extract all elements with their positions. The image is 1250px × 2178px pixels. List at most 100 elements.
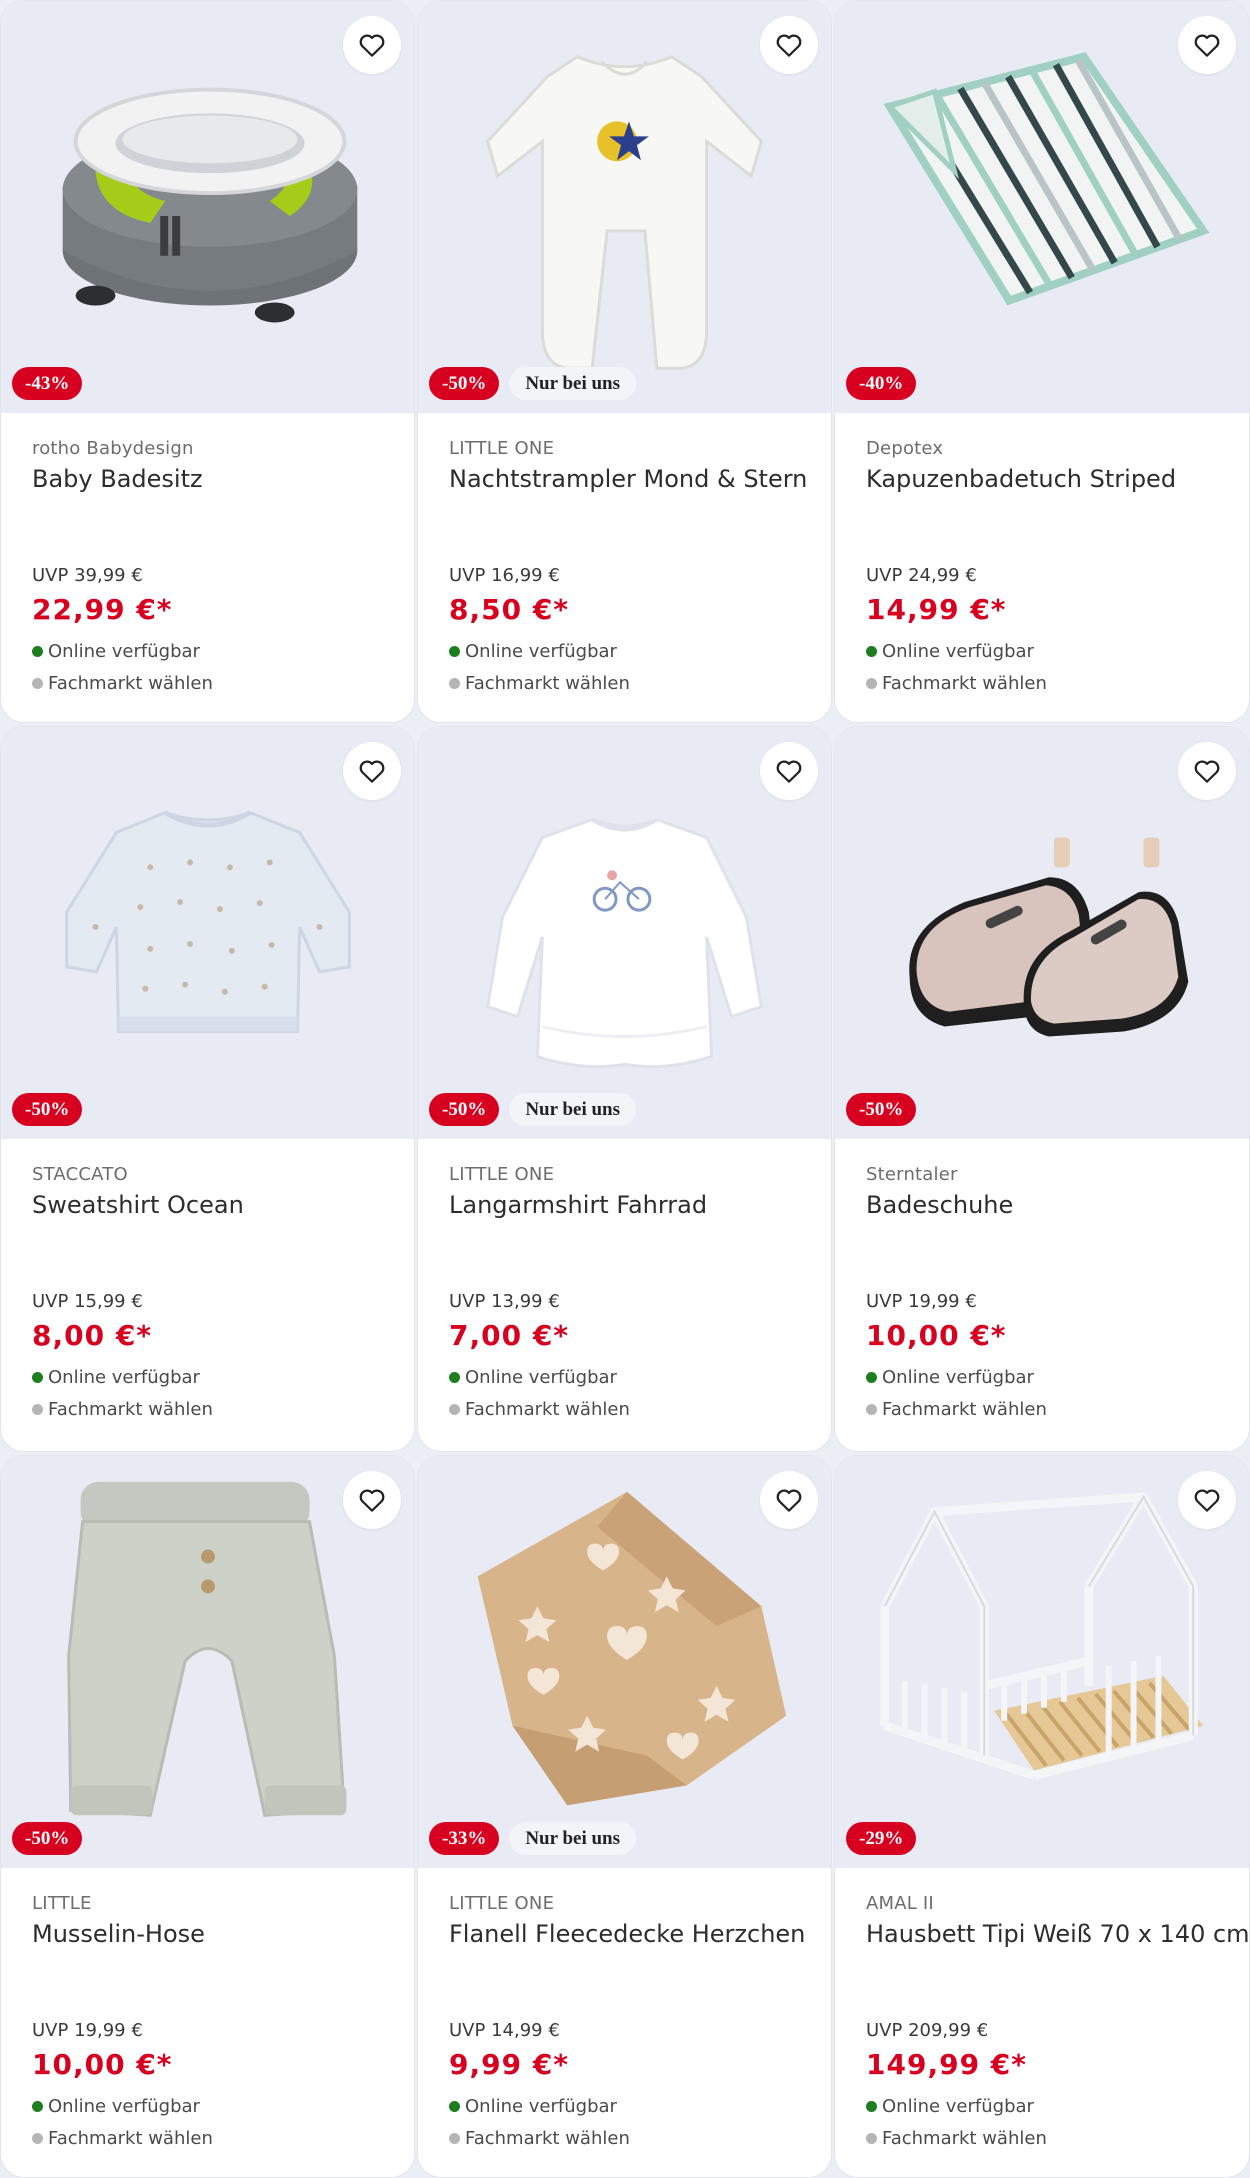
product-name[interactable]: Nachtstrampler Mond & Stern [449,465,819,493]
discount-badge: -29% [846,1822,917,1855]
product-name[interactable]: Baby Badesitz [32,465,402,493]
online-availability: Online verfügbar [449,641,617,662]
availability-dot [866,1404,877,1415]
store-select-link[interactable]: Fachmarkt wählen [32,1399,213,1420]
wishlist-button[interactable] [760,1471,818,1529]
product-brand: Sterntaler [866,1164,958,1185]
product-price: 10,00 €* [32,2048,173,2081]
product-brand: LITTLE ONE [449,1893,555,1914]
online-availability: Online verfügbar [32,2096,200,2117]
discount-badge: -43% [12,367,83,400]
exclusive-badge: Nur bei uns [509,367,637,400]
product-uvp: UVP 24,99 € [866,565,977,586]
product-card[interactable]: -33% Nur bei uns LITTLE ONE Flanell Flee… [417,1455,832,2178]
discount-badge: -50% [12,1093,83,1126]
wishlist-button[interactable] [1178,1471,1236,1529]
product-card[interactable]: -50% Sterntaler Badeschuhe UVP 19,99 € 1… [834,726,1250,1452]
product-image-area[interactable]: -29% [835,1456,1249,1868]
store-select-link[interactable]: Fachmarkt wählen [866,673,1047,694]
product-name[interactable]: Hausbett Tipi Weiß 70 x 140 cm [866,1920,1249,1948]
availability-dot [32,2101,43,2112]
exclusive-badge: Nur bei uns [509,1093,637,1126]
availability-dot [866,1372,877,1383]
product-price: 22,99 €* [32,593,173,626]
availability-dot [449,646,460,657]
wishlist-button[interactable] [343,16,401,74]
exclusive-badge: Nur bei uns [509,1822,637,1855]
availability-dot [32,2133,43,2144]
online-availability: Online verfügbar [866,2096,1034,2117]
product-image-area[interactable]: -50% [835,727,1249,1139]
store-select-link[interactable]: Fachmarkt wählen [449,2128,630,2149]
discount-badge: -50% [846,1093,917,1126]
heart-icon [1194,760,1220,783]
availability-dot [449,1372,460,1383]
product-name[interactable]: Badeschuhe [866,1191,1237,1219]
product-uvp: UVP 15,99 € [32,1291,143,1312]
store-select-link[interactable]: Fachmarkt wählen [866,2128,1047,2149]
wishlist-button[interactable] [343,742,401,800]
product-price: 14,99 €* [866,593,1007,626]
availability-dot [32,1372,43,1383]
product-card[interactable]: -29% AMAL II Hausbett Tipi Weiß 70 x 140… [834,1455,1250,2178]
product-name[interactable]: Langarmshirt Fahrrad [449,1191,819,1219]
heart-icon [776,1489,802,1512]
availability-dot [866,678,877,689]
product-price: 8,50 €* [449,593,569,626]
availability-dot [449,2133,460,2144]
product-brand: LITTLE ONE [449,1164,555,1185]
online-availability: Online verfügbar [32,1367,200,1388]
product-card[interactable]: -50% STACCATO Sweatshirt Ocean UVP 15,99… [0,726,415,1452]
product-image-area[interactable]: -50% Nur bei uns [418,1,831,413]
store-select-link[interactable]: Fachmarkt wählen [449,1399,630,1420]
product-uvp: UVP 14,99 € [449,2020,560,2041]
online-availability: Online verfügbar [866,641,1034,662]
heart-icon [359,34,385,57]
discount-badge: -50% [12,1822,83,1855]
heart-icon [359,760,385,783]
availability-dot [32,678,43,689]
product-image-area[interactable]: -33% Nur bei uns [418,1456,831,1868]
wishlist-button[interactable] [760,16,818,74]
store-select-link[interactable]: Fachmarkt wählen [866,1399,1047,1420]
product-name[interactable]: Kapuzenbadetuch Striped [866,465,1237,493]
availability-dot [866,2133,877,2144]
product-card[interactable]: -40% Depotex Kapuzenbadetuch Striped UVP… [834,0,1250,723]
discount-badge: -50% [429,1093,500,1126]
product-name[interactable]: Sweatshirt Ocean [32,1191,402,1219]
product-uvp: UVP 209,99 € [866,2020,989,2041]
product-card[interactable]: -50% Nur bei uns LITTLE ONE Nachtstrampl… [417,0,832,723]
wishlist-button[interactable] [1178,742,1236,800]
product-card[interactable]: -50% Nur bei uns LITTLE ONE Langarmshirt… [417,726,832,1452]
store-select-link[interactable]: Fachmarkt wählen [449,673,630,694]
product-image-area[interactable]: -50% [1,1456,414,1868]
product-price: 10,00 €* [866,1319,1007,1352]
availability-dot [32,1404,43,1415]
product-price: 149,99 €* [866,2048,1027,2081]
heart-icon [359,1489,385,1512]
wishlist-button[interactable] [760,742,818,800]
online-availability: Online verfügbar [32,641,200,662]
product-card[interactable]: -50% LITTLE Musselin-Hose UVP 19,99 € 10… [0,1455,415,2178]
product-uvp: UVP 19,99 € [866,1291,977,1312]
online-availability: Online verfügbar [449,2096,617,2117]
wishlist-button[interactable] [1178,16,1236,74]
wishlist-button[interactable] [343,1471,401,1529]
product-brand: Depotex [866,438,944,459]
product-brand: AMAL II [866,1893,934,1914]
product-card[interactable]: -43% rotho Babydesign Baby Badesitz UVP … [0,0,415,723]
store-select-link[interactable]: Fachmarkt wählen [32,673,213,694]
product-name[interactable]: Musselin-Hose [32,1920,402,1948]
product-image-area[interactable]: -43% [1,1,414,413]
product-uvp: UVP 19,99 € [32,2020,143,2041]
availability-dot [866,646,877,657]
heart-icon [776,34,802,57]
product-name[interactable]: Flanell Fleecedecke Herzchen [449,1920,819,1948]
product-image-area[interactable]: -50% Nur bei uns [418,727,831,1139]
product-uvp: UVP 39,99 € [32,565,143,586]
product-image-area[interactable]: -50% [1,727,414,1139]
product-brand: STACCATO [32,1164,128,1185]
heart-icon [1194,1489,1220,1512]
product-image-area[interactable]: -40% [835,1,1249,413]
store-select-link[interactable]: Fachmarkt wählen [32,2128,213,2149]
